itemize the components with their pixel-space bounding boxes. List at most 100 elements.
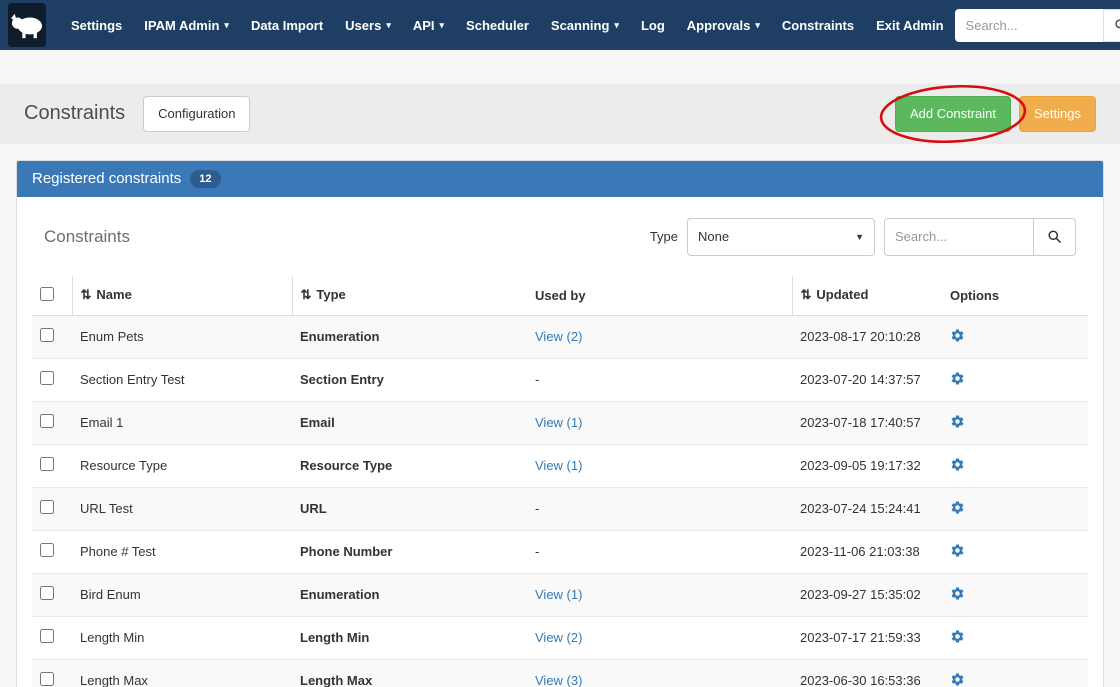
settings-button[interactable]: Settings [1019, 96, 1096, 132]
gear-icon [950, 500, 965, 515]
row-options-button[interactable] [950, 328, 965, 343]
row-checkbox-cell [32, 616, 72, 659]
used-by-none: - [535, 372, 539, 387]
gear-icon [950, 586, 965, 601]
row-checkbox[interactable] [40, 500, 54, 514]
count-badge: 12 [190, 170, 220, 188]
constraint-name: Resource Type [72, 444, 292, 487]
nav-item-ipam-admin[interactable]: IPAM Admin▾ [133, 0, 240, 50]
constraint-type: Phone Number [292, 530, 527, 573]
used-by-cell: View (3) [527, 659, 792, 687]
navbar-search-group [955, 9, 1120, 42]
row-checkbox[interactable] [40, 328, 54, 342]
nav-items: Settings IPAM Admin▾Data ImportUsers▾API▾… [60, 0, 955, 50]
constraints-table-body: Enum PetsEnumerationView (2)2023-08-17 2… [32, 315, 1088, 687]
used-by-cell: - [527, 358, 792, 401]
select-all-checkbox[interactable] [40, 287, 54, 301]
row-checkbox-cell [32, 358, 72, 401]
used-by-link[interactable]: View (2) [535, 329, 582, 344]
column-header-label: Type [316, 287, 345, 302]
constraint-type: Length Max [292, 659, 527, 687]
table-row: Enum PetsEnumerationView (2)2023-08-17 2… [32, 315, 1088, 358]
row-checkbox-cell [32, 530, 72, 573]
constraint-type: Enumeration [292, 315, 527, 358]
gear-icon [950, 672, 965, 687]
nav-item-scanning[interactable]: Scanning ▾ [540, 0, 630, 50]
app-logo-icon [8, 9, 46, 41]
constraints-table: ⇅Name ⇅Type Used by ⇅Updated Options [32, 276, 1088, 687]
nav-item-log[interactable]: Log [630, 0, 676, 50]
row-options-button[interactable] [950, 500, 965, 515]
row-options-button[interactable] [950, 586, 965, 601]
column-header-name[interactable]: ⇅Name [72, 276, 292, 316]
used-by-none: - [535, 544, 539, 559]
updated-timestamp: 2023-11-06 21:03:38 [792, 530, 942, 573]
used-by-link[interactable]: View (1) [535, 458, 582, 473]
row-checkbox-cell [32, 487, 72, 530]
row-checkbox[interactable] [40, 371, 54, 385]
column-header-label: Used by [535, 288, 586, 303]
nav-item-data-import[interactable]: Data Import [240, 0, 334, 50]
gear-icon [950, 629, 965, 644]
row-checkbox-cell [32, 315, 72, 358]
sort-icon: ⇅ [81, 287, 92, 302]
updated-timestamp: 2023-07-24 15:24:41 [792, 487, 942, 530]
add-constraint-button[interactable]: Add Constraint [895, 96, 1011, 132]
nav-item-scheduler[interactable]: Scheduler [455, 0, 540, 50]
search-icon [1114, 18, 1120, 32]
nav-item-label: Approvals [687, 18, 751, 33]
table-search-input[interactable] [884, 218, 1034, 256]
used-by-link[interactable]: View (3) [535, 673, 582, 687]
row-checkbox-cell [32, 444, 72, 487]
used-by-link[interactable]: View (2) [535, 630, 582, 645]
constraint-type: URL [292, 487, 527, 530]
table-search-button[interactable] [1034, 218, 1076, 256]
row-checkbox[interactable] [40, 543, 54, 557]
row-options-button[interactable] [950, 672, 965, 687]
row-options-button[interactable] [950, 457, 965, 472]
constraint-name: Length Max [72, 659, 292, 687]
nav-item-exit-admin[interactable]: Exit Admin [865, 0, 954, 50]
used-by-link[interactable]: View (1) [535, 415, 582, 430]
updated-timestamp: 2023-06-30 16:53:36 [792, 659, 942, 687]
nav-item-api[interactable]: API▾ [402, 0, 455, 50]
search-input[interactable] [955, 9, 1103, 42]
app-logo[interactable] [8, 3, 46, 47]
row-checkbox-cell [32, 401, 72, 444]
row-options-button[interactable] [950, 543, 965, 558]
column-header-type[interactable]: ⇅Type [292, 276, 527, 316]
nav-item-constraints[interactable]: Constraints [771, 0, 865, 50]
constraint-type: Enumeration [292, 573, 527, 616]
row-checkbox[interactable] [40, 586, 54, 600]
column-header-updated[interactable]: ⇅Updated [792, 276, 942, 316]
configuration-button[interactable]: Configuration [143, 96, 250, 132]
type-filter-select[interactable]: None ▼ [687, 218, 875, 256]
nav-item-settings[interactable]: Settings [60, 0, 133, 50]
used-by-cell: - [527, 530, 792, 573]
column-header-used-by: Used by [527, 276, 792, 316]
constraint-name: Phone # Test [72, 530, 292, 573]
row-options-button[interactable] [950, 629, 965, 644]
constraints-panel: Registered constraints 12 Constraints Ty… [16, 160, 1104, 687]
nav-item-label: Scanning [551, 18, 610, 33]
constraint-type: Length Min [292, 616, 527, 659]
row-checkbox[interactable] [40, 672, 54, 686]
used-by-link[interactable]: View (1) [535, 587, 582, 602]
nav-item-label: Constraints [782, 18, 854, 33]
row-checkbox[interactable] [40, 414, 54, 428]
nav-item-approvals[interactable]: Approvals▾ [676, 0, 771, 50]
constraint-name: Enum Pets [72, 315, 292, 358]
chevron-down-icon: ▾ [614, 20, 619, 31]
options-cell [942, 315, 1088, 358]
row-checkbox-cell [32, 573, 72, 616]
column-header-options: Options [942, 276, 1088, 316]
row-options-button[interactable] [950, 414, 965, 429]
search-button[interactable] [1103, 9, 1120, 42]
row-options-button[interactable] [950, 371, 965, 386]
nav-item-users[interactable]: Users▾ [334, 0, 402, 50]
top-navbar: Settings IPAM Admin▾Data ImportUsers▾API▾… [0, 0, 1120, 50]
row-checkbox[interactable] [40, 629, 54, 643]
nav-item-label: Settings [71, 18, 122, 33]
page-header: Constraints Configuration Add Constraint… [0, 84, 1120, 144]
row-checkbox[interactable] [40, 457, 54, 471]
